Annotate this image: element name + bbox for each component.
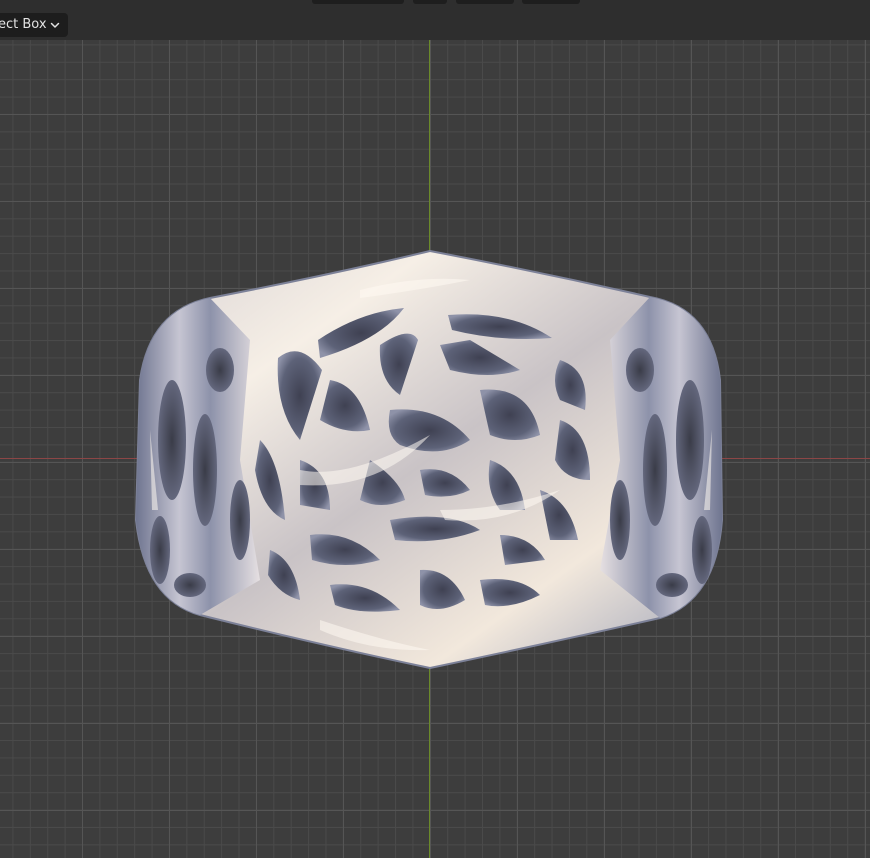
select-mode-label: ect Box bbox=[0, 17, 47, 32]
proportional-editing-toggle[interactable] bbox=[456, 0, 514, 4]
overlay-toggle[interactable] bbox=[522, 0, 580, 4]
blender-window: ect Box bbox=[0, 0, 870, 858]
select-box-dropdown[interactable]: ect Box bbox=[0, 13, 68, 37]
chevron-down-icon bbox=[50, 22, 59, 28]
3d-viewport[interactable] bbox=[0, 40, 870, 858]
ring-model[interactable] bbox=[0, 40, 870, 858]
viewport-header: ect Box bbox=[0, 0, 870, 40]
pivot-point-dropdown[interactable] bbox=[312, 0, 404, 4]
snap-toggle[interactable] bbox=[413, 0, 447, 4]
